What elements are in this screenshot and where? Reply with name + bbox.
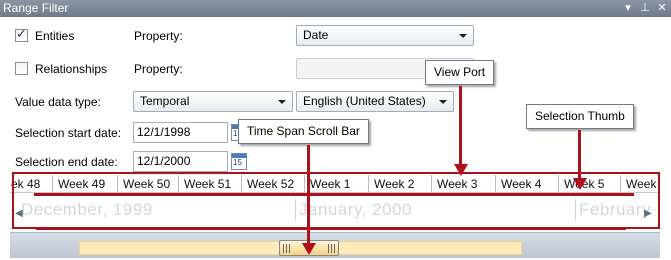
selection-start-label: Selection start date: <box>15 126 122 140</box>
selection-thumb-pointer <box>578 130 581 180</box>
chevron-down-icon <box>278 100 286 104</box>
end-calendar-icon[interactable]: 15 <box>231 153 247 170</box>
chevron-down-icon <box>439 100 447 104</box>
selection-end-input[interactable]: 12/1/2000 <box>133 151 228 172</box>
view-port-highlight <box>12 172 660 229</box>
arrow-down-icon <box>302 243 316 255</box>
grip-icon[interactable] <box>283 244 290 253</box>
locale-value: English (United States) <box>303 94 426 108</box>
relationships-property-label: Property: <box>134 62 183 76</box>
entities-property-label: Property: <box>134 29 183 43</box>
window-title: Range Filter <box>3 1 69 15</box>
entities-label: Entities <box>35 29 75 43</box>
selection-highlight-line <box>34 193 634 196</box>
pin-icon[interactable]: ⊥ <box>640 0 650 17</box>
chevron-down-icon <box>459 34 467 38</box>
arrow-down-icon <box>573 178 587 190</box>
grip-icon[interactable] <box>328 244 335 253</box>
view-port-pointer <box>459 86 462 166</box>
window-titlebar: Range Filter ▾ ⊥ ✕ <box>0 0 671 17</box>
titlebar-buttons: ▾ ⊥ ✕ <box>623 0 667 17</box>
data-type-value: Temporal <box>140 94 190 108</box>
time-span-scroll-bar-callout: Time Span Scroll Bar <box>238 119 369 144</box>
time-span-highlight-line <box>36 227 626 230</box>
entities-property-value: Date <box>303 28 329 42</box>
selection-thumb-callout: Selection Thumb <box>526 104 634 129</box>
dropdown-menu-icon[interactable]: ▾ <box>623 0 633 17</box>
value-data-type-label: Value data type: <box>15 95 101 109</box>
relationships-checkbox[interactable] <box>15 62 28 75</box>
arrow-down-icon <box>454 164 468 176</box>
relationships-label: Relationships <box>35 62 108 76</box>
checkmark-icon: ✓ <box>16 26 27 41</box>
close-icon[interactable]: ✕ <box>657 0 667 17</box>
selection-end-label: Selection end date: <box>15 155 118 169</box>
data-type-select[interactable]: Temporal <box>133 91 293 112</box>
view-port-callout: View Port <box>425 60 495 85</box>
selection-start-input[interactable]: 12/1/1998 <box>133 122 228 143</box>
entities-checkbox[interactable]: ✓ <box>15 26 28 42</box>
locale-select[interactable]: English (United States) <box>296 91 454 112</box>
scroll-bar-pointer <box>307 145 310 245</box>
calendar-day: 15 <box>233 158 242 167</box>
entities-property-select[interactable]: Date <box>296 25 474 46</box>
